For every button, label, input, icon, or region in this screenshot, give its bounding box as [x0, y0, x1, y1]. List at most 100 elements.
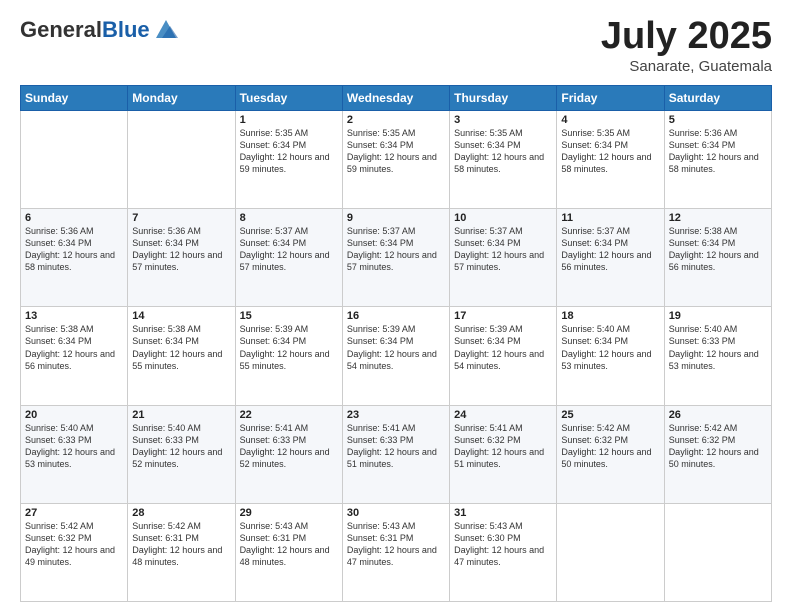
calendar-week-row: 20 Sunrise: 5:40 AMSunset: 6:33 PMDayligh… [21, 405, 772, 503]
calendar-cell: 19Sunrise: 5:40 AMSunset: 6:33 PMDayligh… [664, 307, 771, 405]
day-info: Sunrise: 5:43 AMSunset: 6:30 PMDaylight:… [454, 520, 552, 569]
calendar-cell: 18Sunrise: 5:40 AMSunset: 6:34 PMDayligh… [557, 307, 664, 405]
day-info: Sunrise: 5:39 AMSunset: 6:34 PMDaylight:… [240, 323, 338, 372]
calendar-header-row: SundayMondayTuesdayWednesdayThursdayFrid… [21, 85, 772, 110]
logo: GeneralBlue [20, 16, 180, 44]
day-info: Sunrise: 5:40 AMSunset: 6:34 PMDaylight:… [561, 323, 659, 372]
calendar-cell: 15Sunrise: 5:39 AMSunset: 6:34 PMDayligh… [235, 307, 342, 405]
calendar-cell: 28Sunrise: 5:42 AMSunset: 6:31 PMDayligh… [128, 503, 235, 601]
calendar-week-row: 1 Sunrise: 5:35 AMSunset: 6:34 PMDaylight… [21, 110, 772, 208]
day-number: 3 [454, 114, 552, 126]
day-info: Sunrise: 5:36 AMSunset: 6:34 PMDaylight:… [669, 127, 767, 176]
day-number: 10 [454, 212, 552, 224]
calendar-cell: 22Sunrise: 5:41 AMSunset: 6:33 PMDayligh… [235, 405, 342, 503]
calendar-cell: 16Sunrise: 5:39 AMSunset: 6:34 PMDayligh… [342, 307, 449, 405]
day-info: Sunrise: 5:35 AMSunset: 6:34 PMDaylight:… [561, 127, 659, 176]
day-number: 31 [454, 507, 552, 519]
day-info: Sunrise: 5:41 AMSunset: 6:33 PMDaylight:… [240, 422, 338, 471]
day-number: 26 [669, 409, 767, 421]
day-number: 13 [25, 310, 123, 322]
header: GeneralBlue July 2025 Sanarate, Guatemal… [20, 16, 772, 75]
logo-icon [152, 16, 180, 44]
day-number: 6 [25, 212, 123, 224]
day-info: Sunrise: 5:38 AMSunset: 6:34 PMDaylight:… [132, 323, 230, 372]
calendar-cell: 5Sunrise: 5:36 AMSunset: 6:34 PMDaylight… [664, 110, 771, 208]
day-info: Sunrise: 5:41 AMSunset: 6:32 PMDaylight:… [454, 422, 552, 471]
day-number: 25 [561, 409, 659, 421]
calendar-cell: 10Sunrise: 5:37 AMSunset: 6:34 PMDayligh… [450, 209, 557, 307]
calendar-cell: 13Sunrise: 5:38 AMSunset: 6:34 PMDayligh… [21, 307, 128, 405]
day-info: Sunrise: 5:41 AMSunset: 6:33 PMDaylight:… [347, 422, 445, 471]
calendar-cell [664, 503, 771, 601]
day-number: 16 [347, 310, 445, 322]
calendar-cell: 6Sunrise: 5:36 AMSunset: 6:34 PMDaylight… [21, 209, 128, 307]
calendar-cell: 17Sunrise: 5:39 AMSunset: 6:34 PMDayligh… [450, 307, 557, 405]
calendar-cell: 27Sunrise: 5:42 AMSunset: 6:32 PMDayligh… [21, 503, 128, 601]
logo-general-text: General [20, 17, 102, 42]
calendar-day-header: Friday [557, 85, 664, 110]
day-number: 11 [561, 212, 659, 224]
location: Sanarate, Guatemala [601, 58, 772, 75]
day-number: 4 [561, 114, 659, 126]
day-number: 14 [132, 310, 230, 322]
day-number: 9 [347, 212, 445, 224]
calendar-cell: 29Sunrise: 5:43 AMSunset: 6:31 PMDayligh… [235, 503, 342, 601]
day-number: 1 [240, 114, 338, 126]
day-number: 29 [240, 507, 338, 519]
day-info: Sunrise: 5:43 AMSunset: 6:31 PMDaylight:… [347, 520, 445, 569]
day-number: 18 [561, 310, 659, 322]
day-number: 21 [132, 409, 230, 421]
calendar-table: SundayMondayTuesdayWednesdayThursdayFrid… [20, 85, 772, 602]
calendar-cell: 11Sunrise: 5:37 AMSunset: 6:34 PMDayligh… [557, 209, 664, 307]
day-info: Sunrise: 5:42 AMSunset: 6:32 PMDaylight:… [669, 422, 767, 471]
day-info: Sunrise: 5:42 AMSunset: 6:32 PMDaylight:… [25, 520, 123, 569]
day-number: 5 [669, 114, 767, 126]
calendar-cell: 25Sunrise: 5:42 AMSunset: 6:32 PMDayligh… [557, 405, 664, 503]
calendar-cell: 23Sunrise: 5:41 AMSunset: 6:33 PMDayligh… [342, 405, 449, 503]
calendar-cell [128, 110, 235, 208]
calendar-cell: 12Sunrise: 5:38 AMSunset: 6:34 PMDayligh… [664, 209, 771, 307]
month-title: July 2025 [601, 16, 772, 58]
calendar-day-header: Saturday [664, 85, 771, 110]
day-info: Sunrise: 5:43 AMSunset: 6:31 PMDaylight:… [240, 520, 338, 569]
day-info: Sunrise: 5:37 AMSunset: 6:34 PMDaylight:… [561, 225, 659, 274]
day-info: Sunrise: 5:38 AMSunset: 6:34 PMDaylight:… [25, 323, 123, 372]
calendar-cell: 20Sunrise: 5:40 AMSunset: 6:33 PMDayligh… [21, 405, 128, 503]
calendar-day-header: Wednesday [342, 85, 449, 110]
page: GeneralBlue July 2025 Sanarate, Guatemal… [0, 0, 792, 612]
day-number: 19 [669, 310, 767, 322]
calendar-cell: 3Sunrise: 5:35 AMSunset: 6:34 PMDaylight… [450, 110, 557, 208]
calendar-cell: 31Sunrise: 5:43 AMSunset: 6:30 PMDayligh… [450, 503, 557, 601]
calendar-cell: 14Sunrise: 5:38 AMSunset: 6:34 PMDayligh… [128, 307, 235, 405]
day-number: 7 [132, 212, 230, 224]
day-number: 27 [25, 507, 123, 519]
calendar-week-row: 6Sunrise: 5:36 AMSunset: 6:34 PMDaylight… [21, 209, 772, 307]
calendar-cell: 21Sunrise: 5:40 AMSunset: 6:33 PMDayligh… [128, 405, 235, 503]
title-block: July 2025 Sanarate, Guatemala [601, 16, 772, 75]
day-info: Sunrise: 5:40 AMSunset: 6:33 PMDaylight:… [669, 323, 767, 372]
day-number: 24 [454, 409, 552, 421]
day-number: 20 [25, 409, 123, 421]
day-info: Sunrise: 5:35 AMSunset: 6:34 PMDaylight:… [347, 127, 445, 176]
calendar-cell: 7Sunrise: 5:36 AMSunset: 6:34 PMDaylight… [128, 209, 235, 307]
day-number: 17 [454, 310, 552, 322]
calendar-week-row: 27Sunrise: 5:42 AMSunset: 6:32 PMDayligh… [21, 503, 772, 601]
day-info: Sunrise: 5:42 AMSunset: 6:31 PMDaylight:… [132, 520, 230, 569]
day-number: 8 [240, 212, 338, 224]
day-info: Sunrise: 5:37 AMSunset: 6:34 PMDaylight:… [240, 225, 338, 274]
day-info: Sunrise: 5:39 AMSunset: 6:34 PMDaylight:… [347, 323, 445, 372]
day-info: Sunrise: 5:36 AMSunset: 6:34 PMDaylight:… [132, 225, 230, 274]
logo-blue-text: Blue [102, 17, 150, 42]
day-info: Sunrise: 5:40 AMSunset: 6:33 PMDaylight:… [132, 422, 230, 471]
calendar-cell: 30Sunrise: 5:43 AMSunset: 6:31 PMDayligh… [342, 503, 449, 601]
calendar-cell: 2Sunrise: 5:35 AMSunset: 6:34 PMDaylight… [342, 110, 449, 208]
day-number: 22 [240, 409, 338, 421]
calendar-day-header: Tuesday [235, 85, 342, 110]
day-number: 23 [347, 409, 445, 421]
day-info: Sunrise: 5:35 AMSunset: 6:34 PMDaylight:… [454, 127, 552, 176]
calendar-cell: 8Sunrise: 5:37 AMSunset: 6:34 PMDaylight… [235, 209, 342, 307]
calendar-cell: 9Sunrise: 5:37 AMSunset: 6:34 PMDaylight… [342, 209, 449, 307]
calendar-cell: 26Sunrise: 5:42 AMSunset: 6:32 PMDayligh… [664, 405, 771, 503]
day-info: Sunrise: 5:36 AMSunset: 6:34 PMDaylight:… [25, 225, 123, 274]
calendar-day-header: Thursday [450, 85, 557, 110]
